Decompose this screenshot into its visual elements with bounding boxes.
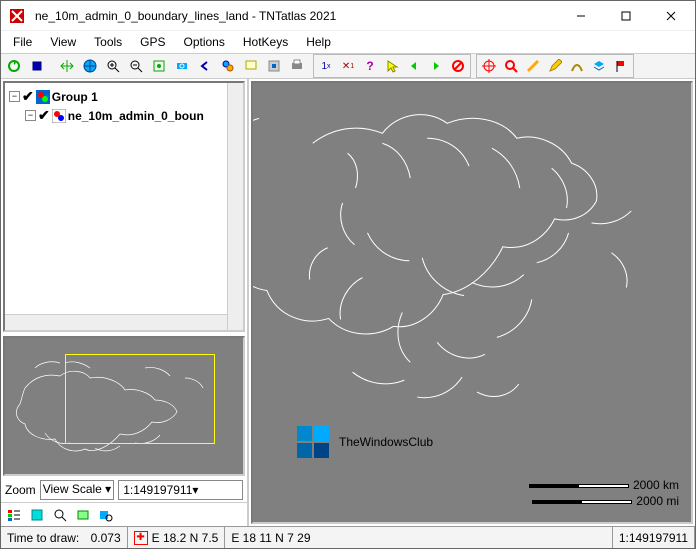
zoom-tool-icon[interactable] xyxy=(217,55,239,77)
refresh-icon[interactable] xyxy=(3,55,25,77)
horizontal-scrollbar[interactable] xyxy=(5,314,227,330)
legend-icon[interactable] xyxy=(3,504,25,526)
map-tips-icon[interactable] xyxy=(240,55,262,77)
check-icon[interactable]: ✔ xyxy=(22,88,34,105)
pan-icon[interactable] xyxy=(56,55,78,77)
status-coords: ✚ E 18.2 N 7.5 xyxy=(128,527,226,548)
measure-icon[interactable] xyxy=(522,55,544,77)
collapse-icon[interactable]: − xyxy=(25,110,36,121)
layer-zoom-icon[interactable] xyxy=(95,504,117,526)
collapse-icon[interactable]: − xyxy=(9,91,20,102)
clear-select-icon[interactable] xyxy=(447,55,469,77)
scale-x-icon[interactable]: ✕1 xyxy=(337,55,359,77)
globe-icon[interactable] xyxy=(79,55,101,77)
stop-icon[interactable] xyxy=(26,55,48,77)
zoom-controls: Zoom View Scale ▾ 1:149197911 ▾ xyxy=(1,478,247,502)
edit-icon[interactable] xyxy=(544,55,566,77)
menu-help[interactable]: Help xyxy=(298,33,339,51)
toolbar-group-2: 1x ✕1 ? xyxy=(313,54,471,78)
tree-layer-row[interactable]: − ✔ ne_10m_admin_0_boun xyxy=(9,106,239,125)
layers-icon[interactable] xyxy=(588,55,610,77)
zoom-out-icon[interactable] xyxy=(125,55,147,77)
watermark-icon xyxy=(293,422,333,462)
maximize-button[interactable] xyxy=(603,2,648,30)
main-area: − ✔ Group 1 − ✔ ne_10m_admin_0_boun xyxy=(1,79,695,526)
check-icon[interactable]: ✔ xyxy=(38,107,50,124)
right-panel: TheWindowsClub 2000 km 2000 mi xyxy=(249,79,695,526)
snap-icon[interactable] xyxy=(263,55,285,77)
minimize-button[interactable] xyxy=(558,2,603,30)
layer-manage-icon[interactable] xyxy=(72,504,94,526)
menu-hotkeys[interactable]: HotKeys xyxy=(235,33,296,51)
tree-group-row[interactable]: − ✔ Group 1 xyxy=(9,87,239,106)
print-icon[interactable] xyxy=(286,55,308,77)
menu-view[interactable]: View xyxy=(42,33,84,51)
menubar: File View Tools GPS Options HotKeys Help xyxy=(1,31,695,53)
menu-file[interactable]: File xyxy=(5,33,40,51)
crosshair-status-icon: ✚ xyxy=(134,531,148,545)
crosshair-icon[interactable] xyxy=(478,55,500,77)
app-window: ne_10m_admin_0_boundary_lines_land - TNT… xyxy=(0,0,696,549)
watermark-text: TheWindowsClub xyxy=(339,435,433,449)
titlebar: ne_10m_admin_0_boundary_lines_land - TNT… xyxy=(1,1,695,31)
scale-bar: 2000 km 2000 mi xyxy=(529,478,679,508)
sketch-icon[interactable] xyxy=(566,55,588,77)
group-icon xyxy=(36,90,50,104)
menu-gps[interactable]: GPS xyxy=(132,33,173,51)
zoom-label: Zoom xyxy=(5,483,36,497)
close-button[interactable] xyxy=(648,2,693,30)
watermark: TheWindowsClub xyxy=(293,422,433,462)
zoom-scale-input[interactable]: 1:149197911 ▾ xyxy=(118,480,243,500)
query-icon[interactable]: ? xyxy=(359,55,381,77)
zoom-extent-icon[interactable] xyxy=(148,55,170,77)
menu-tools[interactable]: Tools xyxy=(86,33,130,51)
layer-icon xyxy=(52,109,66,123)
group-label: Group 1 xyxy=(52,90,98,104)
window-title: ne_10m_admin_0_boundary_lines_land - TNT… xyxy=(31,9,558,23)
toolbar-group-3 xyxy=(476,54,634,78)
menu-options[interactable]: Options xyxy=(176,33,233,51)
flag-icon[interactable] xyxy=(610,55,632,77)
zoom-in-icon[interactable] xyxy=(102,55,124,77)
layer-label: ne_10m_admin_0_boun xyxy=(68,109,204,123)
zoom-layer-icon[interactable] xyxy=(171,55,193,77)
zoom-find-icon[interactable] xyxy=(49,504,71,526)
overview-viewport-rect[interactable] xyxy=(65,354,215,444)
overview-map[interactable] xyxy=(3,336,245,476)
layer-tree[interactable]: − ✔ Group 1 − ✔ ne_10m_admin_0_boun xyxy=(3,81,245,332)
app-icon xyxy=(9,8,25,24)
vertical-scrollbar[interactable] xyxy=(227,83,243,330)
status-scale: 1:149197911 xyxy=(613,527,695,548)
select-prev-icon[interactable] xyxy=(403,55,425,77)
extent-box-icon[interactable] xyxy=(26,504,48,526)
zoom-prev-icon[interactable] xyxy=(194,55,216,77)
statusbar: Time to draw: 0.073 ✚ E 18.2 N 7.5 E 18 … xyxy=(1,526,695,548)
status-drawtime: Time to draw: 0.073 xyxy=(1,527,128,548)
layer-toolbar xyxy=(1,502,247,526)
status-coords-dms: E 18 11 N 7 29 xyxy=(225,527,612,548)
select-next-icon[interactable] xyxy=(425,55,447,77)
map-view[interactable]: TheWindowsClub 2000 km 2000 mi xyxy=(251,81,693,524)
pointer-icon[interactable] xyxy=(381,55,403,77)
scale-1-icon[interactable]: 1x xyxy=(315,55,337,77)
toolbar-main: 1x ✕1 ? xyxy=(1,53,695,79)
zoom-mode-select[interactable]: View Scale ▾ xyxy=(40,480,115,500)
zoom-red-icon[interactable] xyxy=(500,55,522,77)
left-panel: − ✔ Group 1 − ✔ ne_10m_admin_0_boun xyxy=(1,79,249,526)
